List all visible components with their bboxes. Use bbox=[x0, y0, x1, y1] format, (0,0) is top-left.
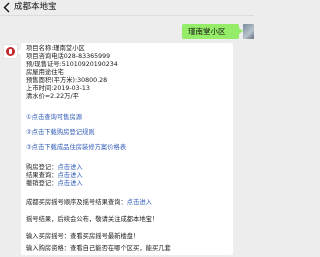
cancel-link[interactable]: 点击进入 bbox=[57, 180, 82, 187]
user-message-bubble: 瑾南堂小区 bbox=[182, 24, 243, 39]
chevron-left-icon[interactable] bbox=[1, 1, 13, 14]
lottery-row: 成都买房摇号顺序及摇号结果查询：点击进入 bbox=[26, 199, 152, 207]
info-line: 项目咨询电话028-83365999 bbox=[26, 53, 111, 60]
footer-note: 摇号结果，后续会公布，敬请关注成都本地宝！ bbox=[26, 216, 159, 223]
register-link[interactable]: 点击进入 bbox=[57, 164, 82, 171]
info-line: 预售面积(平方米):30800.28 bbox=[26, 77, 108, 84]
cancel-label: 撤销登记： bbox=[26, 180, 58, 187]
footer-hint: 输入买房摇号：查看买房摇号最新楼盘！ bbox=[26, 233, 140, 240]
bot-avatar[interactable] bbox=[3, 44, 18, 59]
chat-title: 成都本地宝 bbox=[14, 2, 57, 12]
result-label: 结果查询： bbox=[26, 172, 58, 179]
result-link[interactable]: 点击进入 bbox=[57, 172, 82, 179]
lottery-label: 成都买房摇号顺序及摇号结果查询： bbox=[26, 199, 127, 206]
register-label: 购房登记： bbox=[26, 164, 58, 171]
link-register-rules[interactable]: ②点击下载购房登记规则 bbox=[26, 129, 95, 137]
register-row: 购房登记：点击进入 bbox=[26, 164, 83, 172]
chat-header: 成都本地宝 bbox=[0, 0, 254, 16]
link-text: 点击查询可售房源 bbox=[31, 114, 83, 121]
info-line: 清水价≈2.22万/平 bbox=[26, 93, 79, 100]
link-decoration-price[interactable]: ③点击下载成品住房装修方案价格表 bbox=[26, 144, 126, 152]
result-row: 结果查询：点击进入 bbox=[26, 172, 83, 180]
user-message-text: 瑾南堂小区 bbox=[188, 27, 226, 36]
user-avatar[interactable] bbox=[243, 24, 254, 39]
info-line: 上市时间:2019-03-13 bbox=[26, 85, 90, 92]
link-available-houses[interactable]: ①点击查询可售房源 bbox=[26, 114, 82, 122]
cancel-row: 撤销登记：点击进入 bbox=[26, 180, 83, 188]
link-text: 点击下载成品住房装修方案价格表 bbox=[31, 144, 127, 151]
link-text: 点击下载购房登记规则 bbox=[31, 129, 95, 136]
bot-logo-icon bbox=[6, 47, 15, 56]
info-line: 预/现售证号:5101092019​0234 bbox=[26, 61, 118, 68]
info-line: 房屋用途住宅 bbox=[26, 69, 64, 76]
footer-hint: 输入购房资格：查看自己能否在哪个区买，能买几套 bbox=[26, 245, 171, 252]
bot-message-bubble: 项目名称:瑾南堂小区 项目咨询电话028-83365999 预/现售证号:510… bbox=[17, 43, 233, 255]
info-line: 项目名称:瑾南堂小区 bbox=[26, 45, 85, 52]
lottery-link[interactable]: 点击进入 bbox=[127, 199, 152, 206]
